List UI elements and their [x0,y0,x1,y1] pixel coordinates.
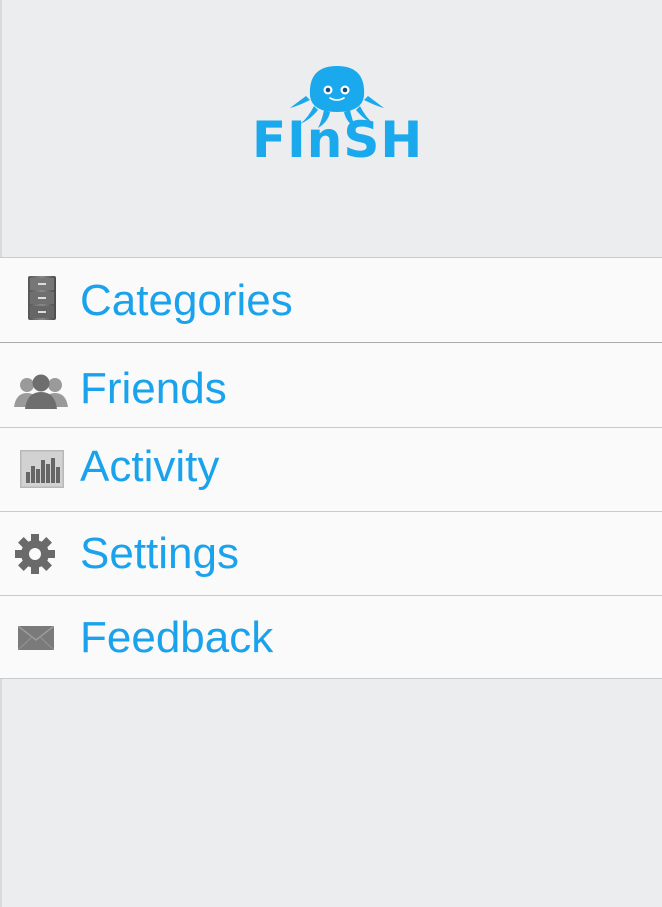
envelope-icon [18,626,54,650]
menu-header: FInSH [2,0,662,258]
menu-item-label: Categories [80,276,293,325]
menu-item-label: Activity [80,442,220,491]
app-logo: FInSH [252,62,422,168]
menu-item-friends[interactable]: Friends [0,343,662,427]
menu-item-activity[interactable]: Activity [0,427,662,511]
people-icon [14,374,68,409]
file-cabinet-icon [28,276,56,320]
empty-area [2,681,662,907]
menu-item-label: Friends [80,364,227,413]
menu-item-categories[interactable]: Categories [0,257,662,343]
menu-item-settings[interactable]: Settings [0,511,662,595]
menu-item-feedback[interactable]: Feedback [0,595,662,679]
side-menu: Categories Friends Activity Settings Fee… [0,257,662,679]
side-menu-screen: FInSH Categories Friends Activity Settin… [0,0,662,907]
menu-item-label: Settings [80,529,239,578]
bar-chart-icon [20,450,64,488]
menu-item-label: Feedback [80,613,274,662]
app-name: FInSH [252,111,424,169]
gear-icon [15,534,55,574]
